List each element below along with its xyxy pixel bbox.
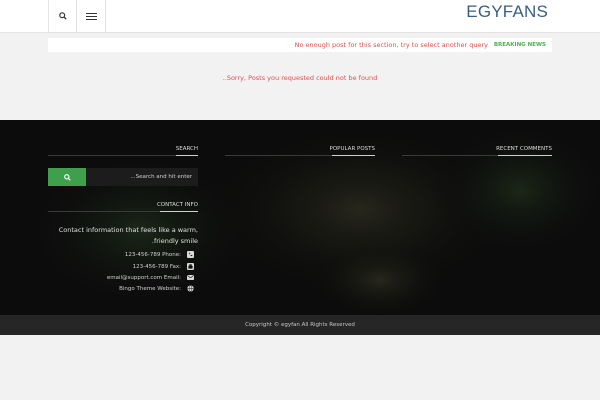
contact-fax-label: Fax: [169,263,181,270]
footer-recent-comments-underline [498,155,552,156]
email-icon [187,275,194,280]
footer-search-title: SEARCH [175,146,198,152]
footer-contact-description: Contact information that feels like a wa… [58,226,198,245]
footer-contact-underline [160,211,198,212]
copyright-text: Copyright © egyfan All Rights Reserved [245,322,355,328]
footer-search-input[interactable] [86,168,198,186]
search-icon [63,173,71,181]
contact-website-value[interactable]: Bingo Theme [119,286,155,292]
footer-popular-posts-title: POPULAR POSTS [329,146,376,152]
contact-email-row: email@support.com Email: [107,274,194,281]
globe-icon [187,285,194,292]
fax-icon [187,263,194,270]
contact-email-value[interactable]: email@support.com [107,275,162,281]
footer-popular-posts-underline [332,155,375,156]
contact-email-label: Email: [163,274,181,281]
contact-website-label: Website: [157,285,181,292]
breaking-news-bar: No enough post for this section, try to … [48,38,552,52]
footer-contact-info-title: CONTACT INFO [156,202,198,208]
copyright-bar: Copyright © egyfan All Rights Reserved [0,315,600,335]
site-footer: SEARCH POPULAR POSTS RECENT COMMENTS CON… [0,120,600,315]
footer-search-underline [176,155,198,156]
contact-fax-row: 123-456-789 Fax: [133,263,194,270]
breaking-news-message: No enough post for this section, try to … [294,41,488,49]
hamburger-menu-icon [85,12,97,20]
contact-fax-value: 123-456-789 [132,263,169,270]
site-header: EGYFANS [0,0,600,33]
header-menu-button[interactable] [76,0,106,32]
header-search-button[interactable] [48,0,77,32]
contact-phone-value: 123-456-789 [124,251,161,258]
footer-search-submit-button[interactable] [48,168,86,186]
no-posts-message: ..Sorry, Posts you requested could not b… [222,74,378,82]
contact-website-row: Bingo Theme Website: [119,285,194,292]
site-logo[interactable]: EGYFANS [466,2,548,22]
contact-phone-row: 123-456-789 Phone: [125,251,194,258]
contact-phone-label: Phone: [162,251,181,258]
search-icon [59,12,67,20]
footer-recent-comments-title: RECENT COMMENTS [496,146,552,152]
breaking-news-label: BREAKING NEWS [493,42,546,48]
phone-icon [187,251,194,258]
